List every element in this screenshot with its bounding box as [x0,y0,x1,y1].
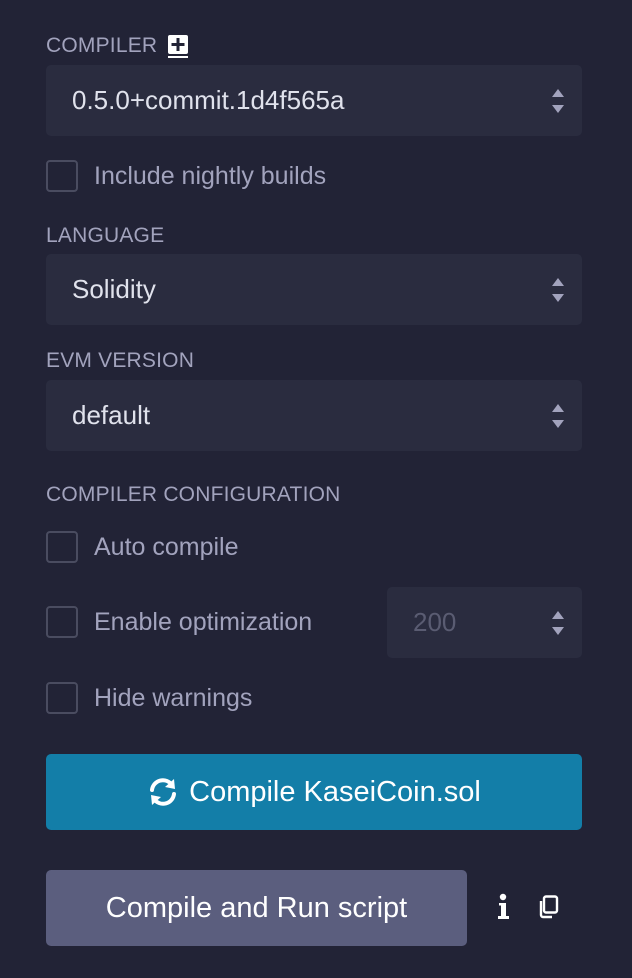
optimization-checkbox[interactable] [46,606,78,638]
evm-version-value: default [72,400,151,430]
select-arrows-icon [552,88,564,113]
auto-compile-row: Auto compile [46,531,239,563]
language-value: Solidity [72,274,156,304]
optimization-runs-value: 200 [413,607,457,637]
refresh-icon [150,778,177,806]
language-label: LANGUAGE [46,224,165,247]
stepper-arrows-icon[interactable] [551,610,565,636]
nightly-builds-row: Include nightly builds [46,160,326,192]
compile-button-label: Compile KaseiCoin.sol [189,775,481,808]
compiler-version-value: 0.5.0+commit.1d4f565a [72,85,345,115]
select-arrows-icon [552,403,564,428]
optimization-runs-input[interactable]: 200 [387,587,582,658]
auto-compile-label: Auto compile [94,532,239,561]
compiler-label: COMPILER [46,34,158,57]
evm-version-select[interactable]: default [46,380,582,451]
auto-compile-checkbox[interactable] [46,531,78,563]
evm-version-label: EVM VERSION [46,349,195,372]
compile-and-run-label: Compile and Run script [105,891,408,924]
nightly-builds-checkbox[interactable] [46,160,78,192]
info-icon[interactable] [496,893,510,928]
compile-and-run-button[interactable]: Compile and Run script [46,870,467,946]
select-arrows-icon [552,277,564,302]
plus-square-icon[interactable] [167,34,189,58]
compiler-configuration-label: COMPILER CONFIGURATION [46,483,341,506]
hide-warnings-row: Hide warnings [46,682,252,714]
optimization-label: Enable optimization [94,607,313,636]
nightly-builds-label: Include nightly builds [94,161,327,190]
hide-warnings-checkbox[interactable] [46,682,78,714]
copy-icon[interactable] [538,895,560,924]
compiler-version-select[interactable]: 0.5.0+commit.1d4f565a [46,65,582,136]
hide-warnings-label: Hide warnings [94,683,253,712]
optimization-row: Enable optimization [46,606,312,638]
compile-button[interactable]: Compile KaseiCoin.sol [46,754,582,830]
compiler-section: COMPILER [46,34,189,58]
language-select[interactable]: Solidity [46,254,582,325]
